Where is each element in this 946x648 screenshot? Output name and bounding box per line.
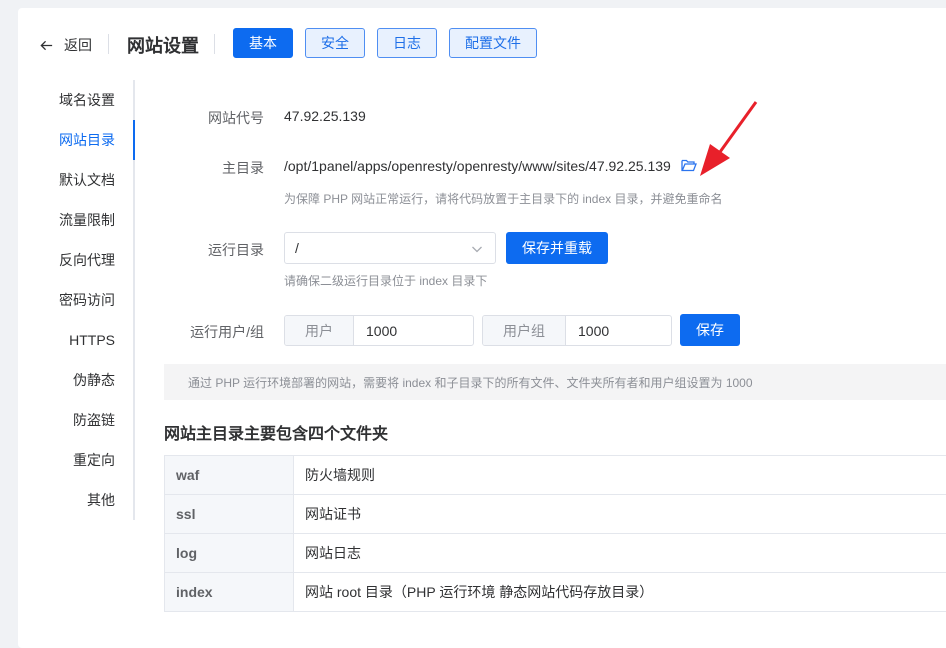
- sidebar-item-traffic-limit[interactable]: 流量限制: [18, 200, 133, 240]
- settings-card: 返回 网站设置 基本 安全 日志 配置文件 域名设置 网站目录 默认文档 流量限…: [18, 8, 946, 648]
- sidebar-item-other[interactable]: 其他: [18, 480, 133, 520]
- folder-desc: 网站 root 目录（PHP 运行环境 静态网站代码存放目录）: [294, 573, 946, 612]
- table-row: log 网站日志: [165, 534, 946, 573]
- folder-key: ssl: [165, 495, 294, 534]
- tab-config-file[interactable]: 配置文件: [449, 28, 537, 58]
- main-dir-value: /opt/1panel/apps/openresty/openresty/www…: [284, 158, 671, 174]
- sidebar-item-rewrite[interactable]: 伪静态: [18, 360, 133, 400]
- site-code-label: 网站代号: [114, 108, 264, 128]
- run-dir-label: 运行目录: [114, 240, 264, 260]
- user-input-group: 用户 1000: [284, 315, 474, 346]
- permission-notice: 通过 PHP 运行环境部署的网站，需要将 index 和子目录下的所有文件、文件…: [164, 364, 946, 400]
- group-prefix: 用户组: [483, 316, 566, 345]
- arrow-left-icon: [39, 38, 54, 53]
- tab-security[interactable]: 安全: [305, 28, 365, 58]
- user-input[interactable]: 1000: [354, 316, 473, 345]
- site-code-value: 47.92.25.139: [284, 108, 366, 124]
- folder-desc: 网站证书: [294, 495, 946, 534]
- run-dir-select[interactable]: /: [284, 232, 496, 264]
- folder-key: waf: [165, 456, 294, 495]
- folders-table: waf 防火墙规则 ssl 网站证书 log 网站日志 index 网站 roo…: [164, 455, 946, 612]
- group-input-group: 用户组 1000: [482, 315, 672, 346]
- save-button[interactable]: 保存: [680, 314, 740, 346]
- user-prefix: 用户: [285, 316, 354, 345]
- back-button[interactable]: 返回: [39, 35, 92, 55]
- table-row: waf 防火墙规则: [165, 456, 946, 495]
- table-row: ssl 网站证书: [165, 495, 946, 534]
- sidebar-item-redirect[interactable]: 重定向: [18, 440, 133, 480]
- red-pointer-arrow-icon: [698, 100, 758, 178]
- group-input[interactable]: 1000: [566, 316, 671, 345]
- page-title: 网站设置: [127, 32, 199, 58]
- main-dir-hint: 为保障 PHP 网站正常运行，请将代码放置于主目录下的 index 目录，并避免…: [284, 190, 722, 207]
- tab-logs[interactable]: 日志: [377, 28, 437, 58]
- back-label: 返回: [64, 35, 92, 55]
- run-dir-value: /: [295, 240, 299, 256]
- table-row: index 网站 root 目录（PHP 运行环境 静态网站代码存放目录）: [165, 573, 946, 612]
- folder-key: log: [165, 534, 294, 573]
- folders-section-title: 网站主目录主要包含四个文件夹: [164, 420, 388, 444]
- sidebar-item-password-access[interactable]: 密码访问: [18, 280, 133, 320]
- tab-basic[interactable]: 基本: [233, 28, 293, 58]
- run-user-label: 运行用户/组: [114, 322, 264, 342]
- folder-key: index: [165, 573, 294, 612]
- folder-open-icon[interactable]: [681, 158, 697, 172]
- save-and-reload-button[interactable]: 保存并重载: [506, 232, 608, 264]
- divider: [214, 34, 215, 54]
- folder-desc: 网站日志: [294, 534, 946, 573]
- chevron-down-icon: [471, 243, 483, 255]
- divider: [108, 34, 109, 54]
- main-dir-label: 主目录: [114, 158, 264, 178]
- folder-desc: 防火墙规则: [294, 456, 946, 495]
- sidebar-item-anti-leech[interactable]: 防盗链: [18, 400, 133, 440]
- run-dir-hint: 请确保二级运行目录位于 index 目录下: [284, 272, 487, 289]
